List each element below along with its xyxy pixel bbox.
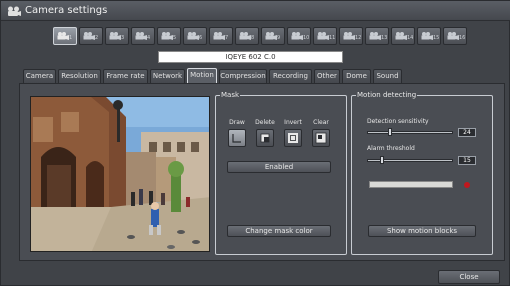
detection-sensitivity-slider[interactable]: [367, 131, 453, 134]
delete-tool[interactable]: Delete: [254, 119, 276, 147]
window-title: Camera settings: [25, 5, 108, 16]
camera-icon: [447, 32, 459, 40]
camera-icon: [161, 32, 173, 40]
show-motion-blocks-button[interactable]: Show motion blocks: [368, 225, 476, 237]
alarm-threshold-label: Alarm threshold: [367, 145, 415, 152]
camera-icon: [135, 32, 147, 40]
tab-other[interactable]: Other: [314, 69, 340, 83]
camera-number: 14: [407, 35, 414, 41]
tab-resolution[interactable]: Resolution: [58, 69, 101, 83]
camera-number: 8: [251, 35, 255, 41]
tab-frame-rate[interactable]: Frame rate: [103, 69, 148, 83]
detection-sensitivity-label: Detection sensitivity: [367, 118, 429, 125]
alarm-threshold-value[interactable]: 15: [458, 156, 476, 165]
close-button[interactable]: Close: [438, 270, 500, 284]
camera-button-9[interactable]: 9: [261, 27, 285, 45]
camera-number: 2: [95, 35, 99, 41]
camera-button-11[interactable]: 11: [313, 27, 337, 45]
motion-detecting-label: Motion detecting: [356, 91, 418, 99]
camera-button-13[interactable]: 13: [365, 27, 389, 45]
camera-button-12[interactable]: 12: [339, 27, 363, 45]
street-scene-picture: [31, 97, 209, 251]
camera-number: 13: [381, 35, 388, 41]
delete-icon[interactable]: [256, 129, 274, 147]
camera-icon: [83, 32, 95, 40]
clear-tool[interactable]: Clear: [311, 119, 331, 147]
draw-tool-label: Draw: [229, 119, 245, 126]
camera-icon: [317, 32, 329, 40]
camera-button-16[interactable]: 16: [443, 27, 467, 45]
camera-preview-image[interactable]: [30, 96, 210, 252]
camera-number: 11: [329, 35, 336, 41]
camera-icon: [239, 32, 251, 40]
tab-network[interactable]: Network: [150, 69, 185, 83]
motion-alarm-indicator: [464, 182, 470, 188]
camera-button-7[interactable]: 7: [209, 27, 233, 45]
camera-icon: [343, 32, 355, 40]
invert-icon[interactable]: [284, 129, 302, 147]
draw-icon[interactable]: [228, 129, 246, 147]
camera-app-icon: [8, 6, 21, 16]
mask-group-label: Mask: [220, 91, 241, 99]
camera-number: 9: [277, 35, 281, 41]
camera-number: 6: [199, 35, 203, 41]
camera-icon: [265, 32, 277, 40]
camera-button-5[interactable]: 5: [157, 27, 181, 45]
camera-icon: [57, 32, 69, 40]
camera-icon: [369, 32, 381, 40]
camera-button-4[interactable]: 4: [131, 27, 155, 45]
camera-icon: [109, 32, 121, 40]
camera-button-2[interactable]: 2: [79, 27, 103, 45]
tab-compression[interactable]: Compression: [219, 69, 267, 83]
camera-name-field[interactable]: IQEYE 602 C.0: [158, 51, 343, 63]
tab-motion[interactable]: Motion: [187, 68, 217, 83]
camera-icon: [187, 32, 199, 40]
clear-tool-label: Clear: [313, 119, 329, 126]
clear-icon[interactable]: [312, 129, 330, 147]
camera-icon: [395, 32, 407, 40]
detection-sensitivity-thumb[interactable]: [387, 128, 392, 136]
invert-tool-label: Invert: [284, 119, 302, 126]
camera-settings-window: Camera settings 1 2 3 4 5 6 7 8 9 10 11 …: [0, 0, 510, 286]
camera-button-8[interactable]: 8: [235, 27, 259, 45]
camera-number: 12: [355, 35, 362, 41]
camera-number: 16: [459, 35, 466, 41]
camera-number: 1: [69, 35, 73, 41]
camera-number: 5: [173, 35, 177, 41]
camera-button-3[interactable]: 3: [105, 27, 129, 45]
draw-tool[interactable]: Draw: [227, 119, 247, 147]
camera-button-14[interactable]: 14: [391, 27, 415, 45]
invert-tool[interactable]: Invert: [283, 119, 303, 147]
tab-camera[interactable]: Camera: [23, 69, 56, 83]
motion-level-meter: [369, 181, 453, 188]
camera-number: 15: [433, 35, 440, 41]
alarm-threshold-thumb[interactable]: [379, 156, 384, 164]
camera-number: 7: [225, 35, 229, 41]
camera-button-1[interactable]: 1: [53, 27, 77, 45]
camera-icon: [213, 32, 225, 40]
camera-button-6[interactable]: 6: [183, 27, 207, 45]
camera-button-10[interactable]: 10: [287, 27, 311, 45]
detection-sensitivity-value[interactable]: 24: [458, 128, 476, 137]
camera-icon: [291, 32, 303, 40]
camera-number: 4: [147, 35, 151, 41]
camera-icon: [421, 32, 433, 40]
camera-button-15[interactable]: 15: [417, 27, 441, 45]
title-bar: Camera settings: [1, 1, 510, 21]
change-mask-color-button[interactable]: Change mask color: [227, 225, 331, 237]
tab-dome[interactable]: Dome: [342, 69, 371, 83]
camera-number: 10: [303, 35, 310, 41]
mask-enabled-button[interactable]: Enabled: [227, 161, 331, 173]
delete-tool-label: Delete: [255, 119, 275, 126]
camera-number: 3: [121, 35, 125, 41]
tab-sound[interactable]: Sound: [373, 69, 402, 83]
tab-recording[interactable]: Recording: [269, 69, 312, 83]
